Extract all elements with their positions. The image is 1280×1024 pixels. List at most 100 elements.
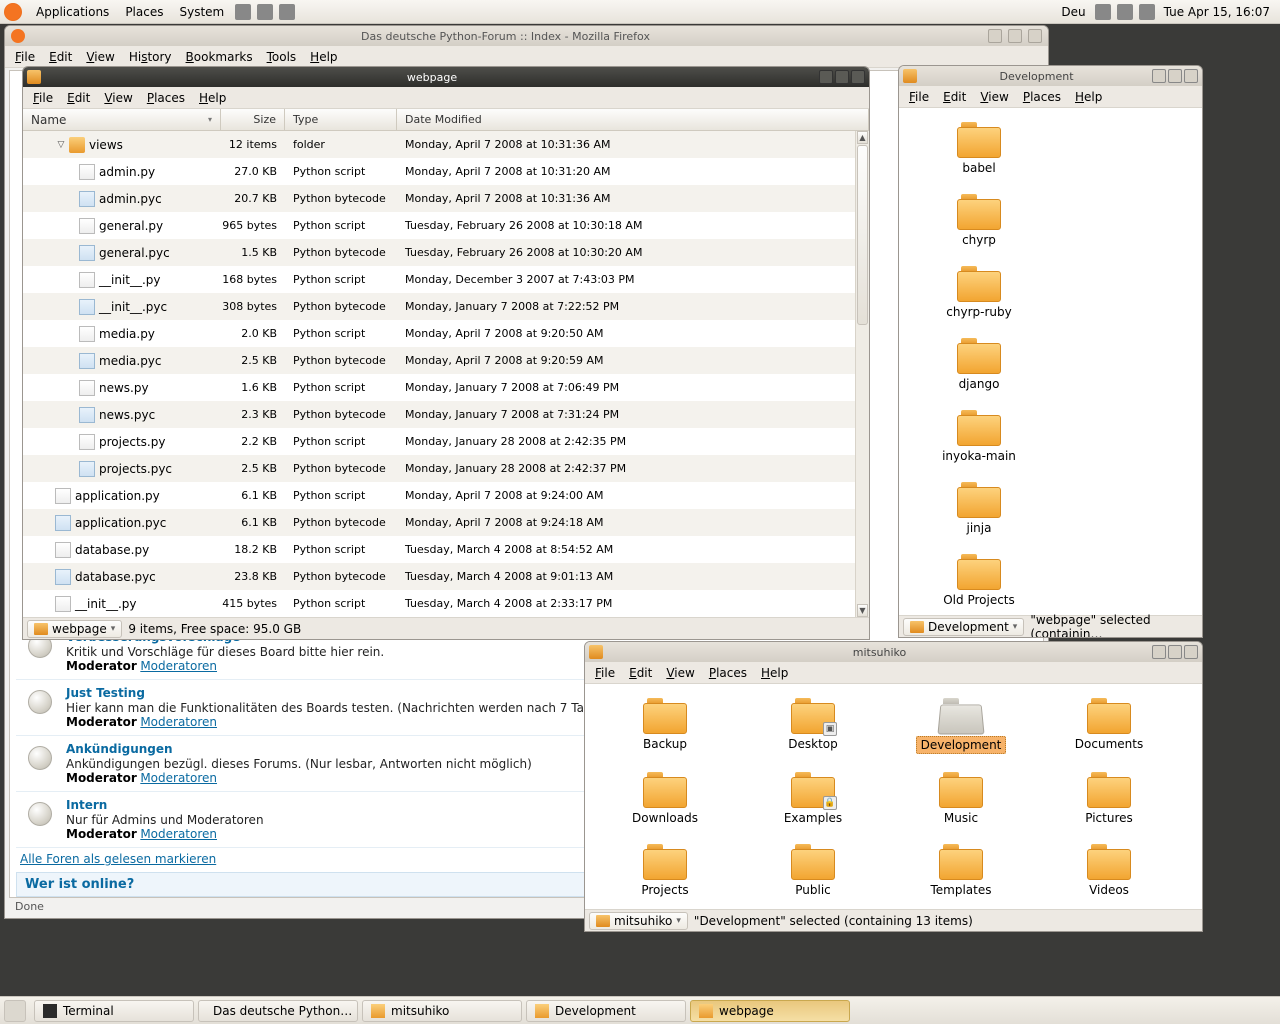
minimize-button[interactable]	[1152, 645, 1166, 659]
folder-item-videos[interactable]: Videos	[1035, 840, 1183, 908]
list-row[interactable]: media.pyc2.5 KBPython bytecodeMonday, Ap…	[23, 347, 855, 374]
expander-icon[interactable]: ▽	[55, 140, 67, 150]
list-row[interactable]: news.py1.6 KBPython scriptMonday, Januar…	[23, 374, 855, 401]
menu-places[interactable]: Places	[1017, 88, 1067, 106]
folder-item-pictures[interactable]: Pictures	[1035, 768, 1183, 836]
minimize-button[interactable]	[1152, 69, 1166, 83]
ff-menu-tools[interactable]: Tools	[261, 48, 303, 66]
folder-item-documents[interactable]: Documents	[1035, 694, 1183, 764]
moderator-link[interactable]: Moderatoren	[140, 659, 217, 673]
menu-file[interactable]: File	[27, 89, 59, 107]
path-button[interactable]: Development▾	[903, 618, 1024, 636]
path-button[interactable]: webpage▾	[27, 620, 122, 638]
close-button[interactable]	[1028, 29, 1042, 43]
menu-edit[interactable]: Edit	[61, 89, 96, 107]
moderator-link[interactable]: Moderatoren	[140, 827, 217, 841]
path-button[interactable]: mitsuhiko▾	[589, 912, 688, 930]
close-button[interactable]	[1184, 69, 1198, 83]
keyboard-indicator[interactable]: Deu	[1055, 5, 1091, 19]
maximize-button[interactable]	[1168, 69, 1182, 83]
list-row[interactable]: ▽views12 itemsfolderMonday, April 7 2008…	[23, 131, 855, 158]
menu-help[interactable]: Help	[1069, 88, 1108, 106]
folder-item-chyrp-ruby[interactable]: chyrp-ruby	[905, 262, 1053, 330]
scroll-thumb[interactable]	[857, 145, 868, 325]
forum-title-link[interactable]: Ankündigungen	[66, 742, 173, 756]
menu-places[interactable]: Places	[703, 664, 753, 682]
task-development[interactable]: Development	[526, 1000, 686, 1022]
folder-item-development[interactable]: Development	[887, 694, 1035, 764]
ff-menu-view[interactable]: View	[80, 48, 120, 66]
moderator-link[interactable]: Moderatoren	[140, 771, 217, 785]
list-row[interactable]: general.py965 bytesPython scriptTuesday,…	[23, 212, 855, 239]
volume-icon[interactable]	[1139, 4, 1155, 20]
folder-item-templates[interactable]: Templates	[887, 840, 1035, 908]
folder-item-projects[interactable]: Projects	[591, 840, 739, 908]
list-row[interactable]: application.py6.1 KBPython scriptMonday,…	[23, 482, 855, 509]
menu-system[interactable]: System	[171, 3, 232, 21]
development-iconview[interactable]: babelchyrpchyrp-rubydjangoinyoka-mainjin…	[899, 108, 1202, 615]
folder-item-old-projects[interactable]: Old Projects	[905, 550, 1053, 615]
forum-title-link[interactable]: Just Testing	[66, 686, 145, 700]
list-row[interactable]: __init__.pyc308 bytesPython bytecodeMond…	[23, 293, 855, 320]
folder-item-chyrp[interactable]: chyrp	[905, 190, 1053, 258]
maximize-button[interactable]	[835, 70, 849, 84]
folder-item-backup[interactable]: Backup	[591, 694, 739, 764]
show-desktop-button[interactable]	[4, 1000, 26, 1022]
list-row[interactable]: application.pyc6.1 KBPython bytecodeMond…	[23, 509, 855, 536]
task-webpage[interactable]: webpage	[690, 1000, 850, 1022]
folder-item-jinja[interactable]: jinja	[905, 478, 1053, 546]
menu-places[interactable]: Places	[141, 89, 191, 107]
list-row[interactable]: database.pyc23.8 KBPython bytecodeTuesda…	[23, 563, 855, 590]
menu-file[interactable]: File	[903, 88, 935, 106]
moderator-link[interactable]: Moderatoren	[140, 715, 217, 729]
folder-item-examples[interactable]: 🔒Examples	[739, 768, 887, 836]
menu-applications[interactable]: Applications	[28, 3, 117, 21]
ubuntu-logo-icon[interactable]	[4, 3, 22, 21]
close-button[interactable]	[1184, 645, 1198, 659]
folder-item-downloads[interactable]: Downloads	[591, 768, 739, 836]
list-row[interactable]: admin.py27.0 KBPython scriptMonday, Apri…	[23, 158, 855, 185]
list-row[interactable]: admin.pyc20.7 KBPython bytecodeMonday, A…	[23, 185, 855, 212]
network-icon[interactable]	[1117, 4, 1133, 20]
task-mitsuhiko[interactable]: mitsuhiko	[362, 1000, 522, 1022]
list-row[interactable]: database.py18.2 KBPython scriptTuesday, …	[23, 536, 855, 563]
launcher-firefox-icon[interactable]	[235, 4, 251, 20]
task-terminal[interactable]: Terminal	[34, 1000, 194, 1022]
col-name[interactable]: Name▾	[23, 109, 221, 130]
task-das-deutsche-python-[interactable]: Das deutsche Python…	[198, 1000, 358, 1022]
webpage-titlebar[interactable]: webpage	[23, 67, 869, 87]
clock[interactable]: Tue Apr 15, 16:07	[1158, 5, 1276, 19]
webpage-listview[interactable]: Name▾ Size Type Date Modified ▽views12 i…	[23, 109, 869, 617]
col-type[interactable]: Type	[285, 109, 397, 130]
list-row[interactable]: projects.py2.2 KBPython scriptMonday, Ja…	[23, 428, 855, 455]
menu-help[interactable]: Help	[193, 89, 232, 107]
folder-item-desktop[interactable]: ▣Desktop	[739, 694, 887, 764]
list-row[interactable]: news.pyc2.3 KBPython bytecodeMonday, Jan…	[23, 401, 855, 428]
notification-icon[interactable]	[1095, 4, 1111, 20]
ff-menu-file[interactable]: File	[9, 48, 41, 66]
list-row[interactable]: __init__.py415 bytesPython scriptTuesday…	[23, 590, 855, 617]
scroll-up-icon[interactable]: ▲	[857, 131, 868, 144]
maximize-button[interactable]	[1168, 645, 1182, 659]
ff-menu-help[interactable]: Help	[304, 48, 343, 66]
list-row[interactable]: media.py2.0 KBPython scriptMonday, April…	[23, 320, 855, 347]
list-row[interactable]: __init__.py168 bytesPython scriptMonday,…	[23, 266, 855, 293]
minimize-button[interactable]	[988, 29, 1002, 43]
mitsuhiko-iconview[interactable]: Backup▣DesktopDevelopmentDocuments Downlo…	[585, 684, 1202, 909]
menu-view[interactable]: View	[660, 664, 700, 682]
list-row[interactable]: general.pyc1.5 KBPython bytecodeTuesday,…	[23, 239, 855, 266]
folder-item-public[interactable]: Public	[739, 840, 887, 908]
folder-item-inyoka-main[interactable]: inyoka-main	[905, 406, 1053, 474]
menu-file[interactable]: File	[589, 664, 621, 682]
col-date[interactable]: Date Modified	[397, 109, 869, 130]
menu-edit[interactable]: Edit	[937, 88, 972, 106]
ff-menu-bookmarks[interactable]: Bookmarks	[180, 48, 259, 66]
folder-item-django[interactable]: django	[905, 334, 1053, 402]
ff-menu-history[interactable]: History	[123, 48, 178, 66]
folder-item-music[interactable]: Music	[887, 768, 1035, 836]
col-size[interactable]: Size	[221, 109, 285, 130]
list-row[interactable]: projects.pyc2.5 KBPython bytecodeMonday,…	[23, 455, 855, 482]
menu-help[interactable]: Help	[755, 664, 794, 682]
minimize-button[interactable]	[819, 70, 833, 84]
launcher-help-icon[interactable]	[279, 4, 295, 20]
